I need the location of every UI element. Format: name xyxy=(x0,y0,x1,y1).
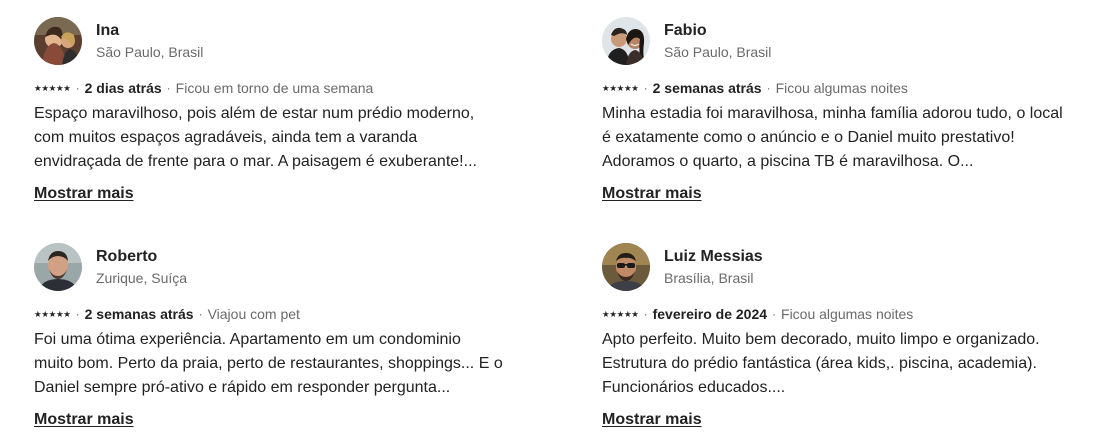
review-date: 2 semanas atrás xyxy=(84,306,194,322)
stay-info: Ficou algumas noites xyxy=(775,80,908,96)
reviewer-name: Luiz Messias xyxy=(664,248,763,265)
show-more-button[interactable]: Mostrar mais xyxy=(34,184,134,204)
star-rating-icon: ★★★★★ xyxy=(34,309,71,319)
review-header: Ina São Paulo, Brasil xyxy=(34,17,504,65)
separator-dot: · xyxy=(766,81,771,95)
review-header: Roberto Zurique, Suíça xyxy=(34,243,504,291)
stay-info: Ficou em torno de uma semana xyxy=(175,80,374,96)
review-text: Foi uma ótima experiência. Apartamento e… xyxy=(34,331,503,396)
review-meta: ★★★★★ · 2 semanas atrás · Viajou com pet xyxy=(34,305,504,323)
reviewer-name: Roberto xyxy=(96,248,158,265)
show-more-button[interactable]: Mostrar mais xyxy=(602,410,702,430)
reviews-grid: Ina São Paulo, Brasil ★★★★★ · 2 dias atr… xyxy=(0,0,1117,438)
avatar[interactable] xyxy=(34,17,82,65)
star-rating-icon: ★★★★★ xyxy=(34,83,71,93)
review-date: 2 dias atrás xyxy=(84,80,162,96)
separator-dot: · xyxy=(643,81,648,95)
avatar[interactable] xyxy=(602,17,650,65)
reviewer-name: Fabio xyxy=(664,22,707,39)
review-meta: ★★★★★ · 2 semanas atrás · Ficou algumas … xyxy=(602,79,1072,97)
reviewer-location: São Paulo, Brasil xyxy=(664,44,772,60)
separator-dot: · xyxy=(643,307,648,321)
reviewer-location: Zurique, Suíça xyxy=(96,270,188,286)
review-text: Apto perfeito. Muito bem decorado, muito… xyxy=(602,331,1040,396)
show-more-button[interactable]: Mostrar mais xyxy=(602,184,702,204)
review-header: Fabio São Paulo, Brasil xyxy=(602,17,1072,65)
review-card: Roberto Zurique, Suíça ★★★★★ · 2 semanas… xyxy=(34,243,504,430)
review-card: Fabio São Paulo, Brasil ★★★★★ · 2 semana… xyxy=(602,17,1072,204)
reviewer-location: São Paulo, Brasil xyxy=(96,44,204,60)
stay-info: Viajou com pet xyxy=(207,306,300,322)
separator-dot: · xyxy=(772,307,777,321)
review-meta: ★★★★★ · fevereiro de 2024 · Ficou alguma… xyxy=(602,305,1072,323)
stay-info: Ficou algumas noites xyxy=(781,306,914,322)
review-date: fevereiro de 2024 xyxy=(652,306,768,322)
review-text: Minha estadia foi maravilhosa, minha fam… xyxy=(602,105,1063,170)
star-rating-icon: ★★★★★ xyxy=(602,309,639,319)
separator-dot: · xyxy=(198,307,203,321)
review-date: 2 semanas atrás xyxy=(652,80,762,96)
reviewer-location: Brasília, Brasil xyxy=(664,270,754,286)
avatar[interactable] xyxy=(602,243,650,291)
star-rating-icon: ★★★★★ xyxy=(602,83,639,93)
separator-dot: · xyxy=(166,81,171,95)
separator-dot: · xyxy=(75,81,80,95)
separator-dot: · xyxy=(75,307,80,321)
review-meta: ★★★★★ · 2 dias atrás · Ficou em torno de… xyxy=(34,79,504,97)
reviewer-name: Ina xyxy=(96,22,120,39)
show-more-button[interactable]: Mostrar mais xyxy=(34,410,134,430)
review-text: Espaço maravilhoso, pois além de estar n… xyxy=(34,105,477,170)
review-header: Luiz Messias Brasília, Brasil xyxy=(602,243,1072,291)
review-card: Ina São Paulo, Brasil ★★★★★ · 2 dias atr… xyxy=(34,17,504,204)
review-card: Luiz Messias Brasília, Brasil ★★★★★ · fe… xyxy=(602,243,1072,430)
avatar[interactable] xyxy=(34,243,82,291)
